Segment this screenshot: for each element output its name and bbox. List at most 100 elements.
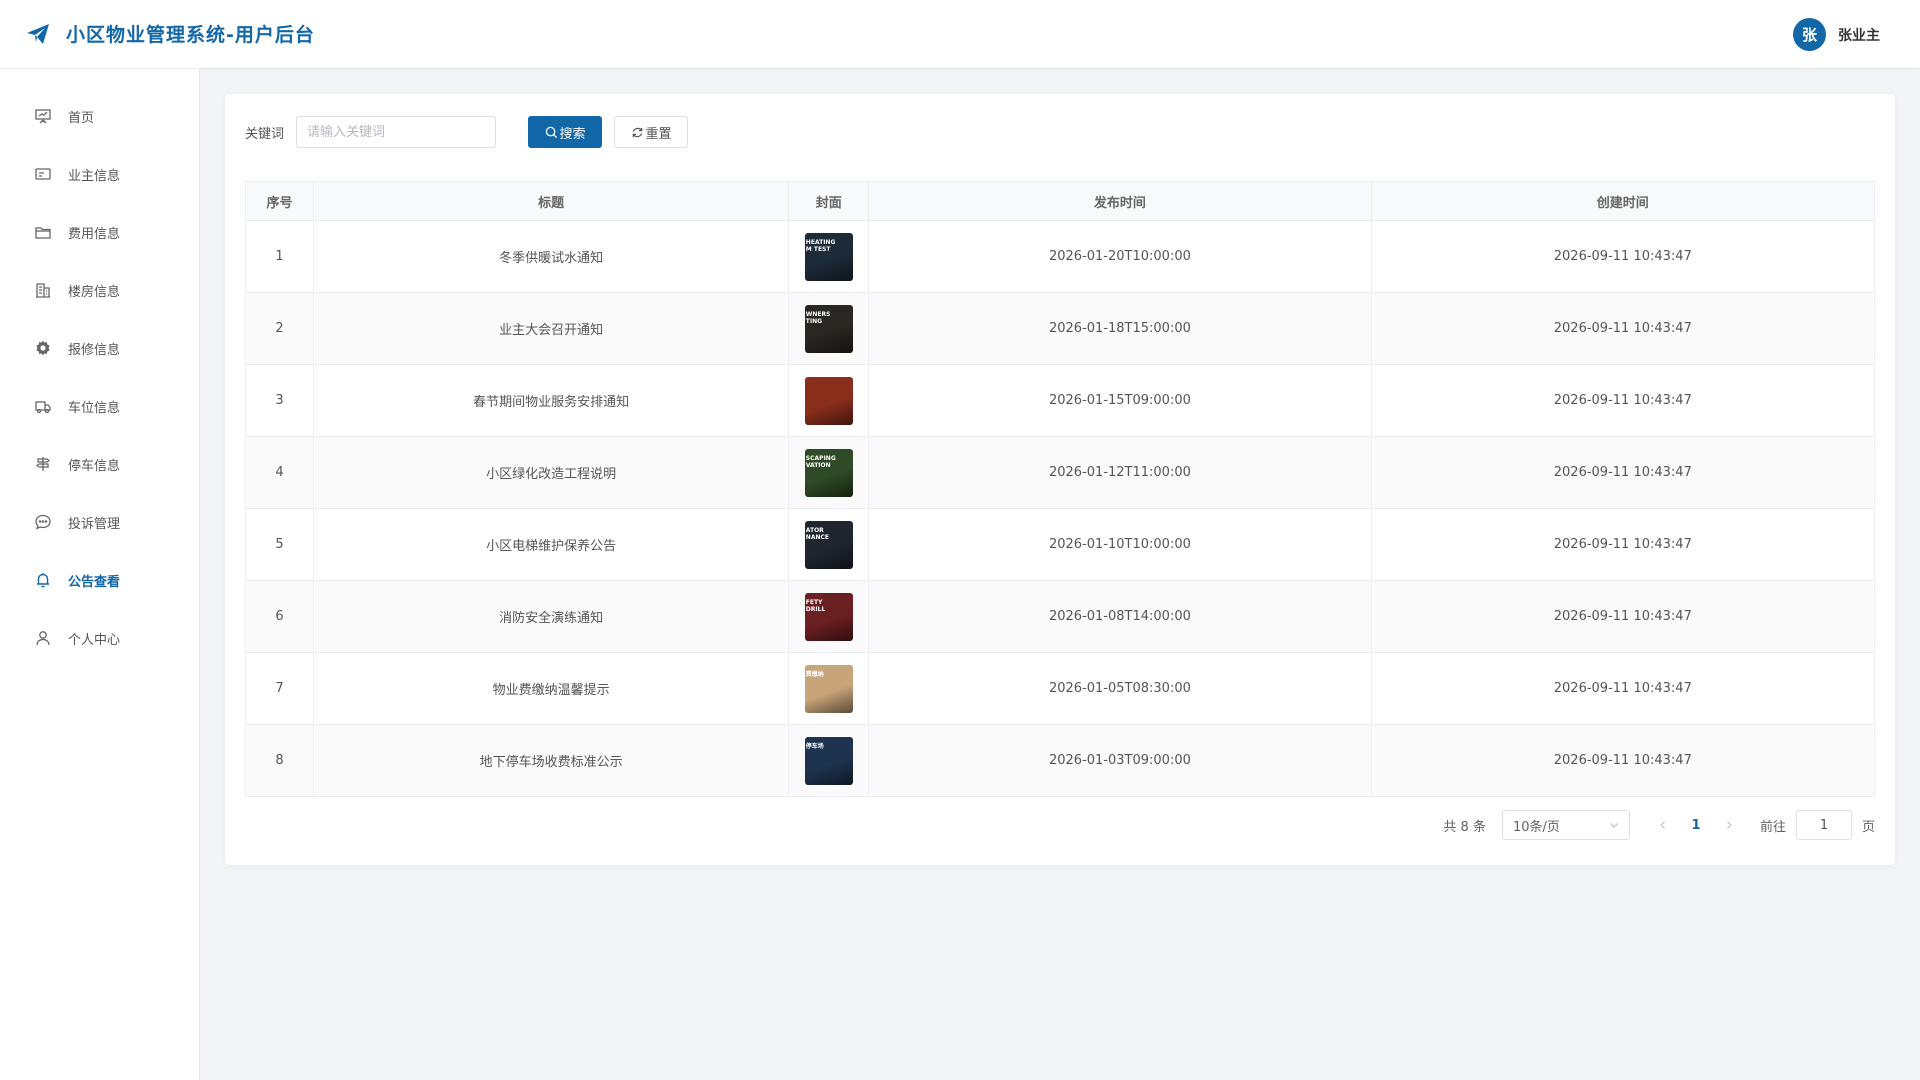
brand[interactable]: 小区物业管理系统-用户后台 (26, 20, 315, 47)
cell-index: 4 (246, 437, 314, 508)
pagination: 共 8 条 10条/页 1 前往 页 (1443, 810, 1875, 840)
cover-thumbnail[interactable]: SCAPING VATION (804, 448, 853, 497)
sidebar-item-label: 停车信息 (68, 458, 121, 474)
sidebar-item-repair-info[interactable]: 报修信息 (0, 328, 199, 368)
avatar[interactable]: 张 (1793, 18, 1826, 51)
cell-title: 消防安全演练通知 (314, 581, 790, 652)
cell-cover (789, 365, 870, 436)
user-menu[interactable]: 张 张业主 (1793, 18, 1880, 51)
cell-cover: HEATING M TEST (789, 221, 870, 292)
gear-icon (36, 340, 50, 356)
cell-created: 2026-09-11 10:43:47 (1553, 537, 1692, 552)
table-row: 2 业主大会召开通知 WNERS TING 2026-01-18T15:00:00 202… (246, 293, 1874, 365)
cell-cover: WNERS TING (789, 293, 870, 364)
keyword-label: 关键词 (245, 126, 285, 142)
user-name[interactable]: 张业主 (1838, 25, 1880, 45)
table-header: 序号 标题 封面 发布时间 创建时间 (246, 182, 1874, 221)
cell-title: 物业费缴纳温馨提示 (314, 653, 790, 724)
sidebar-item-parking-info[interactable]: 停车信息 (0, 444, 199, 484)
cell-title: 冬季供暖试水通知 (314, 221, 790, 292)
bell-icon (37, 573, 49, 588)
refresh-icon (632, 127, 642, 137)
column-header-index: 序号 (246, 182, 314, 220)
cell-title: 春节期间物业服务安排通知 (314, 365, 790, 436)
sidebar-item-profile[interactable]: 个人中心 (0, 618, 199, 658)
total-count: 共 8 条 (1443, 819, 1486, 835)
page-size-select[interactable]: 10条/页 (1501, 810, 1630, 840)
top-header: 小区物业管理系统-用户后台 张 张业主 (0, 0, 1920, 69)
table-row: 7 物业费缴纳温馨提示 费缴纳 2026-01-05T08:30:00 2026-09-… (246, 653, 1874, 725)
chevron-right-icon (1727, 821, 1732, 829)
id-card-icon (35, 168, 51, 180)
cell-cover: FETY DRILL (789, 581, 870, 652)
announcement-card: 关键词 搜索 重置 序号 标题 封面 发布时间 创建时间 1冬季供暖试水通知HE… (225, 94, 1895, 865)
keyword-input[interactable] (296, 116, 497, 148)
cover-thumbnail-text: ATOR NANCE (805, 526, 829, 541)
cover-thumbnail[interactable] (804, 376, 853, 425)
table-body: 1 冬季供暖试水通知 HEATING M TEST 2026-01-20T10:00:0… (246, 221, 1874, 797)
cell-published: 2026-01-15T09:00:00 (869, 365, 1372, 436)
cell-title: 小区绿化改造工程说明 (314, 437, 790, 508)
column-header-created: 创建时间 (1596, 195, 1649, 211)
sidebar-item-complaints[interactable]: 投诉管理 (0, 502, 199, 542)
sidebar-item-label: 车位信息 (68, 400, 121, 416)
cell-published: 2026-01-18T15:00:00 (869, 293, 1372, 364)
parking-icon (35, 457, 51, 471)
app-title: 小区物业管理系统-用户后台 (66, 24, 315, 46)
cover-thumbnail[interactable]: ATOR NANCE (804, 520, 853, 569)
cell-published: 2026-01-20T10:00:00 (869, 221, 1372, 292)
cover-thumbnail[interactable]: 费缴纳 (804, 664, 853, 713)
search-icon (545, 126, 557, 138)
sidebar-item-label: 报修信息 (68, 342, 121, 358)
reset-button[interactable]: 重置 (614, 116, 689, 148)
search-button[interactable]: 搜索 (528, 116, 603, 148)
goto-page-input[interactable] (1795, 810, 1852, 840)
chevron-left-icon (1660, 821, 1665, 829)
sidebar-item-parking-space-info[interactable]: 车位信息 (0, 386, 199, 426)
cover-thumbnail[interactable]: WNERS TING (804, 304, 853, 353)
paper-plane-icon (27, 23, 49, 44)
chevron-down-icon (1610, 823, 1618, 828)
sidebar-item-label: 业主信息 (68, 168, 121, 184)
sidebar-item-building-info[interactable]: 楼房信息 (0, 270, 199, 310)
cell-created: 2026-09-11 10:43:47 (1553, 393, 1692, 408)
next-page-button[interactable] (1714, 820, 1744, 830)
table-row: 5 小区电梯维护保养公告 ATOR NANCE 2026-01-10T10:00:00 2… (246, 509, 1874, 581)
cell-created: 2026-09-11 10:43:47 (1553, 465, 1692, 480)
cell-published: 2026-01-03T09:00:00 (869, 725, 1372, 796)
sidebar-item-announcements[interactable]: 公告查看 (0, 560, 199, 600)
page-number-current[interactable]: 1 (1678, 818, 1714, 833)
cell-title: 业主大会召开通知 (314, 293, 790, 364)
cell-index: 3 (246, 365, 314, 436)
cover-thumbnail[interactable]: 停车场 (804, 736, 853, 785)
column-header-title: 标题 (314, 182, 790, 220)
cover-thumbnail-text: FETY DRILL (805, 598, 826, 613)
presentation-board-icon (35, 109, 51, 124)
sidebar-item-home[interactable]: 首页 (0, 96, 199, 136)
cover-thumbnail[interactable]: FETY DRILL (804, 592, 853, 641)
column-header-published: 发布时间 (869, 182, 1372, 220)
cell-created: 2026-09-11 10:43:47 (1553, 681, 1692, 696)
page-size-value: 10条/页 (1512, 819, 1560, 835)
truck-icon (35, 401, 51, 414)
sidebar-item-label: 投诉管理 (68, 516, 121, 532)
announcement-table: 序号 标题 封面 发布时间 创建时间 1 冬季供暖试水通知 HEATING M TES… (245, 181, 1875, 797)
cell-title: 小区电梯维护保养公告 (314, 509, 790, 580)
cell-created: 2026-09-11 10:43:47 (1553, 249, 1692, 264)
cell-index: 1 (246, 221, 314, 292)
cover-thumbnail[interactable]: HEATING M TEST (804, 232, 853, 281)
goto-label: 前往 (1759, 819, 1786, 835)
search-bar: 关键词 搜索 重置 (245, 116, 689, 148)
cell-created: 2026-09-11 10:43:47 (1553, 753, 1692, 768)
folder-icon (35, 227, 51, 239)
sidebar-item-fee-info[interactable]: 费用信息 (0, 212, 199, 252)
cell-created: 2026-09-11 10:43:47 (1553, 609, 1692, 624)
cell-index: 2 (246, 293, 314, 364)
cell-published: 2026-01-12T11:00:00 (869, 437, 1372, 508)
table-row: 1 冬季供暖试水通知 HEATING M TEST 2026-01-20T10:00:0… (246, 221, 1874, 293)
column-header-cover: 封面 (789, 182, 870, 220)
sidebar-item-owner-info[interactable]: 业主信息 (0, 154, 199, 194)
prev-page-button[interactable] (1648, 820, 1678, 830)
cover-thumbnail-text: 停车场 (805, 742, 824, 750)
table-row: 4 小区绿化改造工程说明 SCAPING VATION 2026-01-12T11:00… (246, 437, 1874, 509)
